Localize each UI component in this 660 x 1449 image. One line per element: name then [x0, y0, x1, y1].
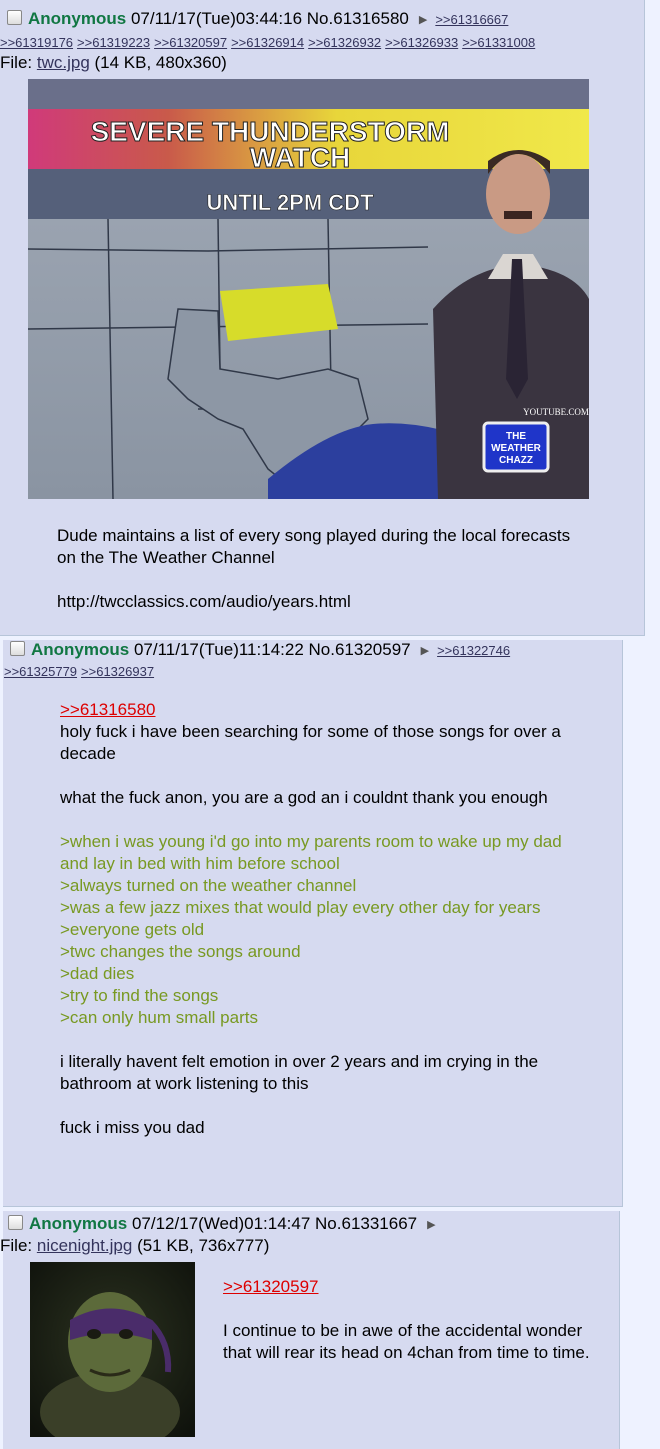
until-text: UNTIL 2PM CDT — [206, 190, 374, 215]
checkbox-icon[interactable] — [8, 1215, 23, 1230]
post-message: Dude maintains a list of every song play… — [57, 525, 577, 613]
backlink[interactable]: >>61326932 — [308, 35, 381, 50]
post-61316580: Anonymous 07/11/17(Tue)03:44:16 No.61316… — [0, 0, 645, 636]
quote-link[interactable]: >>61316580 — [60, 700, 156, 719]
post-61320597: Anonymous 07/11/17(Tue)11:14:22 No.61320… — [3, 640, 623, 1207]
file-link[interactable]: twc.jpg — [37, 53, 90, 72]
post-datetime: 07/11/17(Tue)11:14:22 — [133, 640, 304, 659]
backlinks-row: >>61325779 >>61326937 — [4, 664, 158, 680]
post-message: >>61320597 I continue to be in awe of th… — [223, 1276, 593, 1364]
message-line: what the fuck anon, you are a god an i c… — [60, 788, 548, 807]
message-line: Dude maintains a list of every song play… — [57, 526, 571, 567]
logo-line-2: WEATHER — [491, 443, 542, 454]
post-header: Anonymous 07/11/17(Tue)11:14:22 No.61320… — [10, 640, 510, 661]
backlink[interactable]: >>61331008 — [462, 35, 535, 50]
backlink[interactable]: >>61316667 — [435, 12, 508, 27]
headline-text-2: WATCH — [250, 142, 351, 173]
turtle-image — [30, 1262, 195, 1437]
backlink[interactable]: >>61326933 — [385, 35, 458, 50]
post-image-weather[interactable]: SEVERE THUNDERSTORM WATCH UNTIL 2PM CDT … — [28, 79, 589, 499]
watermark-text: YOUTUBE.COM — [523, 407, 589, 417]
message-url: http://twcclassics.com/audio/years.html — [57, 592, 351, 611]
message-line: holy fuck i have been searching for some… — [60, 722, 561, 763]
file-info: File: nicenight.jpg (51 KB, 736x777) — [0, 1236, 270, 1255]
post-message: >>61316580 holy fuck i have been searchi… — [60, 699, 570, 1139]
greentext-line: >can only hum small parts — [60, 1008, 258, 1027]
backlink[interactable]: >>61326914 — [231, 35, 304, 50]
post-number[interactable]: No.61331667 — [315, 1214, 417, 1233]
post-menu-arrow-icon[interactable]: ▶ — [419, 10, 427, 30]
message-line: I continue to be in awe of the accidenta… — [223, 1321, 590, 1362]
backlink[interactable]: >>61319176 — [0, 35, 73, 50]
post-61331667: Anonymous 07/12/17(Wed)01:14:47 No.61331… — [0, 1211, 620, 1449]
post-number[interactable]: No.61316580 — [307, 9, 409, 28]
checkbox-icon[interactable] — [10, 641, 25, 656]
post-datetime: 07/11/17(Tue)03:44:16 — [130, 9, 303, 28]
greentext-line: >when i was young i'd go into my parents… — [60, 832, 562, 873]
greentext-line: >twc changes the songs around — [60, 942, 301, 961]
backlink[interactable]: >>61319223 — [77, 35, 150, 50]
backlink[interactable]: >>61326937 — [81, 664, 154, 679]
post-menu-arrow-icon[interactable]: ▶ — [427, 1215, 435, 1235]
greentext-line: >try to find the songs — [60, 986, 219, 1005]
greentext-line: >was a few jazz mixes that would play ev… — [60, 898, 541, 917]
logo-line-3: CHAZZ — [499, 455, 533, 466]
post-menu-arrow-icon[interactable]: ▶ — [421, 641, 429, 661]
backlinks-row: >>61319176 >>61319223 >>61320597 >>61326914… — [0, 35, 539, 51]
file-info: File: twc.jpg (14 KB, 480x360) — [0, 53, 227, 72]
post-number[interactable]: No.61320597 — [309, 640, 411, 659]
logo-line-1: THE — [506, 431, 526, 442]
quote-link[interactable]: >>61320597 — [223, 1277, 319, 1296]
post-datetime: 07/12/17(Wed)01:14:47 — [131, 1214, 311, 1233]
file-link[interactable]: nicenight.jpg — [37, 1236, 132, 1255]
backlink[interactable]: >>61320597 — [154, 35, 227, 50]
weather-map-image: SEVERE THUNDERSTORM WATCH UNTIL 2PM CDT … — [28, 79, 589, 499]
greentext-line: >always turned on the weather channel — [60, 876, 357, 895]
backlink[interactable]: >>61325779 — [4, 664, 77, 679]
checkbox-icon[interactable] — [7, 10, 22, 25]
message-line: i literally havent felt emotion in over … — [60, 1052, 539, 1093]
poster-name: Anonymous — [31, 640, 130, 659]
greentext-line: >everyone gets old — [60, 920, 205, 939]
greentext-line: >dad dies — [60, 964, 135, 983]
backlink[interactable]: >>61322746 — [437, 643, 510, 658]
message-line: fuck i miss you dad — [60, 1118, 205, 1137]
poster-name: Anonymous — [29, 1214, 128, 1233]
post-image-turtle[interactable] — [30, 1262, 195, 1437]
post-header: Anonymous 07/12/17(Wed)01:14:47 No.61331… — [8, 1214, 444, 1235]
poster-name: Anonymous — [28, 9, 127, 28]
post-header: Anonymous 07/11/17(Tue)03:44:16 No.61316… — [7, 9, 508, 30]
